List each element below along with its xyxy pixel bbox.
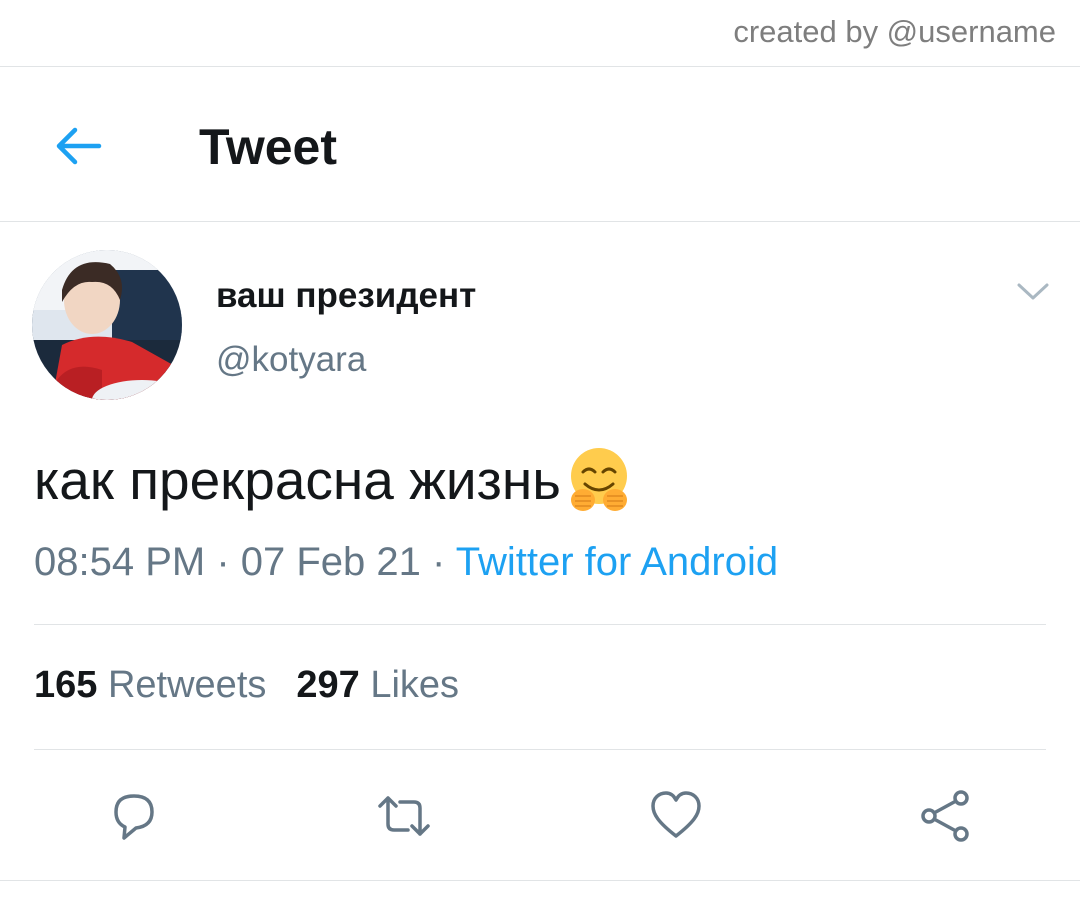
share-button[interactable]: [915, 786, 975, 846]
author-handle[interactable]: @kotyara: [216, 340, 366, 380]
retweet-icon: [378, 796, 430, 836]
likes-stat[interactable]: 297 Likes: [296, 664, 459, 706]
tweet-meta: 08:54 PM · 07 Feb 21 · Twitter for Andro…: [34, 540, 778, 585]
reply-icon: [114, 794, 154, 840]
tweet-menu-button[interactable]: [1014, 276, 1052, 308]
meta-separator: ·: [420, 540, 456, 584]
retweets-label: Retweets: [107, 664, 267, 706]
author-display-name[interactable]: ваш президент: [216, 276, 476, 316]
heart-icon: [651, 791, 701, 838]
likes-label: Likes: [370, 664, 460, 706]
top-divider: [0, 66, 1080, 67]
retweets-stat[interactable]: 165 Retweets: [34, 664, 266, 706]
arrow-left-icon: [56, 127, 102, 165]
tweet-date: 07 Feb 21: [240, 540, 421, 584]
page-title: Tweet: [199, 119, 337, 175]
avatar-photo: [32, 250, 182, 400]
stats-top-divider: [34, 624, 1046, 625]
header-divider: [0, 221, 1080, 222]
stats-bottom-divider: [34, 749, 1046, 750]
avatar[interactable]: [32, 250, 182, 400]
hugging-face-emoji-icon: [570, 448, 627, 511]
likes-count: 297: [296, 664, 360, 706]
tweet-stats: 165 Retweets 297 Likes: [34, 664, 459, 707]
chevron-down-icon: [1017, 283, 1049, 300]
tweet-time: 08:54 PM: [34, 540, 206, 584]
share-icon: [921, 790, 969, 842]
creator-watermark: created by @username: [733, 14, 1056, 49]
tweet-source-link[interactable]: Twitter for Android: [456, 540, 778, 584]
like-button[interactable]: [646, 786, 706, 846]
retweets-count: 165: [34, 664, 98, 706]
meta-separator: ·: [205, 540, 241, 584]
tweet-text-content: как прекрасна жизнь: [34, 449, 561, 511]
tweet-text: как прекрасна жизнь: [34, 444, 635, 516]
reply-button[interactable]: [104, 786, 164, 846]
back-button[interactable]: [48, 118, 108, 174]
bottom-divider: [0, 880, 1080, 881]
retweet-button[interactable]: [374, 786, 434, 846]
